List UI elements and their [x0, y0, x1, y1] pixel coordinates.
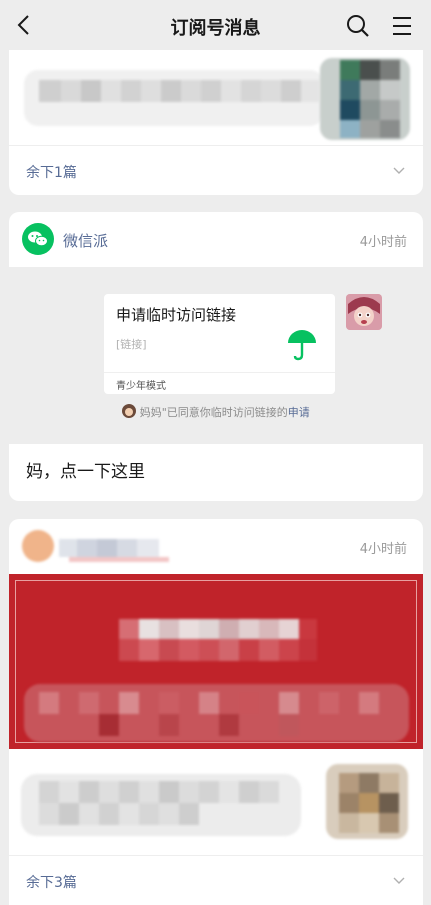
search-icon	[347, 15, 369, 37]
chevron-down-icon	[393, 167, 405, 174]
account-name[interactable]: 微信派	[63, 230, 108, 251]
more-articles-label: 余下3篇	[26, 875, 77, 891]
account-card-blurred: 4小时前 余下3篇	[9, 519, 423, 905]
more-menu-button[interactable]	[388, 12, 416, 40]
post-time: 4小时前	[359, 235, 407, 250]
notice-apply-link[interactable]: 申请	[288, 406, 310, 419]
link-tag: [链接]	[116, 338, 147, 351]
blurred-account-avatar	[22, 530, 54, 562]
link-title: 申请临时访问链接	[116, 306, 237, 324]
umbrella-icon	[288, 330, 316, 361]
mom-emoji-icon	[122, 404, 137, 418]
more-articles-row[interactable]: 余下1篇	[9, 145, 423, 195]
message-text[interactable]: 妈，点一下这里	[26, 457, 145, 482]
account-header[interactable]: 微信派 4小时前	[9, 212, 423, 267]
more-articles-label: 余下1篇	[26, 165, 77, 181]
chevron-down-icon	[393, 877, 405, 884]
wechat-logo-icon	[22, 223, 54, 255]
link-footer: 青少年模式	[104, 372, 335, 394]
link-footer-label: 青少年模式	[116, 381, 166, 392]
account-card-weixinpai: 微信派 4小时前 申请临时访问链接 [链接] 青少年模式 妈妈"已同意你临时访问…	[9, 212, 423, 501]
more-articles-row-2[interactable]: 余下3篇	[9, 855, 423, 905]
shared-link-card[interactable]: 申请临时访问链接 [链接] 青少年模式	[104, 294, 335, 394]
account-header-blurred[interactable]: 4小时前	[9, 519, 423, 574]
cartoon-face-avatar-icon	[346, 294, 382, 330]
top-nav-bar: 订阅号消息	[0, 0, 431, 50]
system-notice: 妈妈"已同意你临时访问链接的申请	[9, 404, 423, 420]
search-button[interactable]	[344, 12, 372, 40]
hamburger-icon	[393, 17, 411, 35]
sender-avatar[interactable]	[346, 294, 382, 330]
post-time: 4小时前	[359, 542, 407, 557]
notice-text: 妈妈"已同意你临时访问链接的	[139, 406, 288, 419]
article-card-1[interactable]: 余下1篇	[9, 40, 423, 195]
chat-preview-area: 申请临时访问链接 [链接] 青少年模式 妈妈"已同意你临时访问链接的申请	[9, 267, 423, 444]
blurred-article-banner[interactable]	[9, 574, 423, 749]
